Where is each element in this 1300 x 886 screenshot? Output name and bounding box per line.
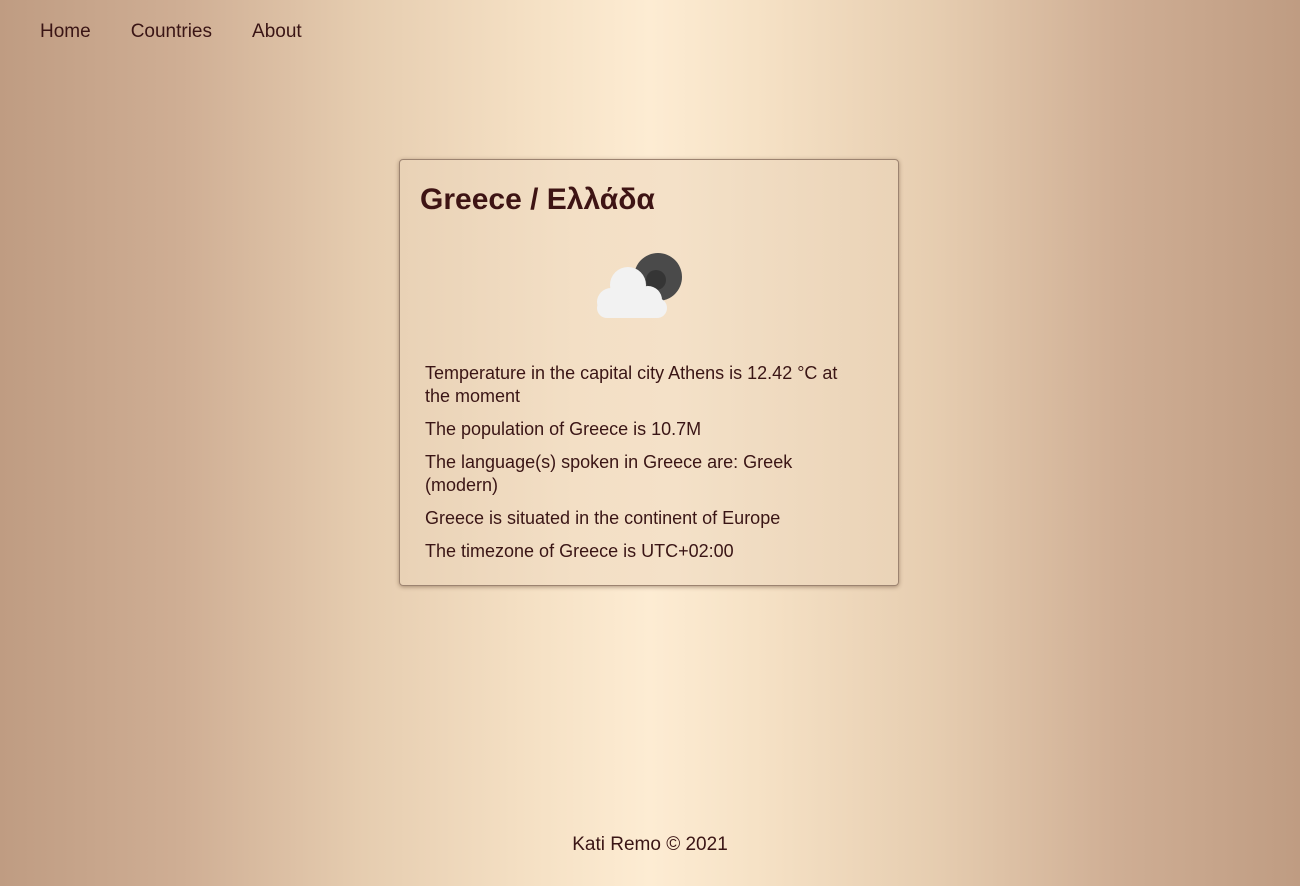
nav-link-countries[interactable]: Countries xyxy=(131,20,212,44)
language-fact: The language(s) spoken in Greece are: Gr… xyxy=(425,452,793,495)
cloud-moon-icon xyxy=(597,253,682,318)
temperature-fact: Temperature in the capital city Athens i… xyxy=(425,363,838,406)
country-title: Greece / Ελλάδα xyxy=(420,183,655,216)
page-footer: Kati Remo © 2021 xyxy=(572,834,728,855)
nav-link-about[interactable]: About xyxy=(252,20,302,44)
main-nav: Home Countries About xyxy=(40,20,302,44)
population-fact: The population of Greece is 10.7M xyxy=(425,419,702,439)
continent-fact: Greece is situated in the continent of E… xyxy=(425,508,781,528)
nav-link-home[interactable]: Home xyxy=(40,20,91,44)
country-facts-list: Temperature in the capital city Athens i… xyxy=(425,362,865,573)
timezone-fact: The timezone of Greece is UTC+02:00 xyxy=(425,541,734,561)
country-card: Greece / Ελλάδα Temperature in the capit… xyxy=(399,159,899,586)
